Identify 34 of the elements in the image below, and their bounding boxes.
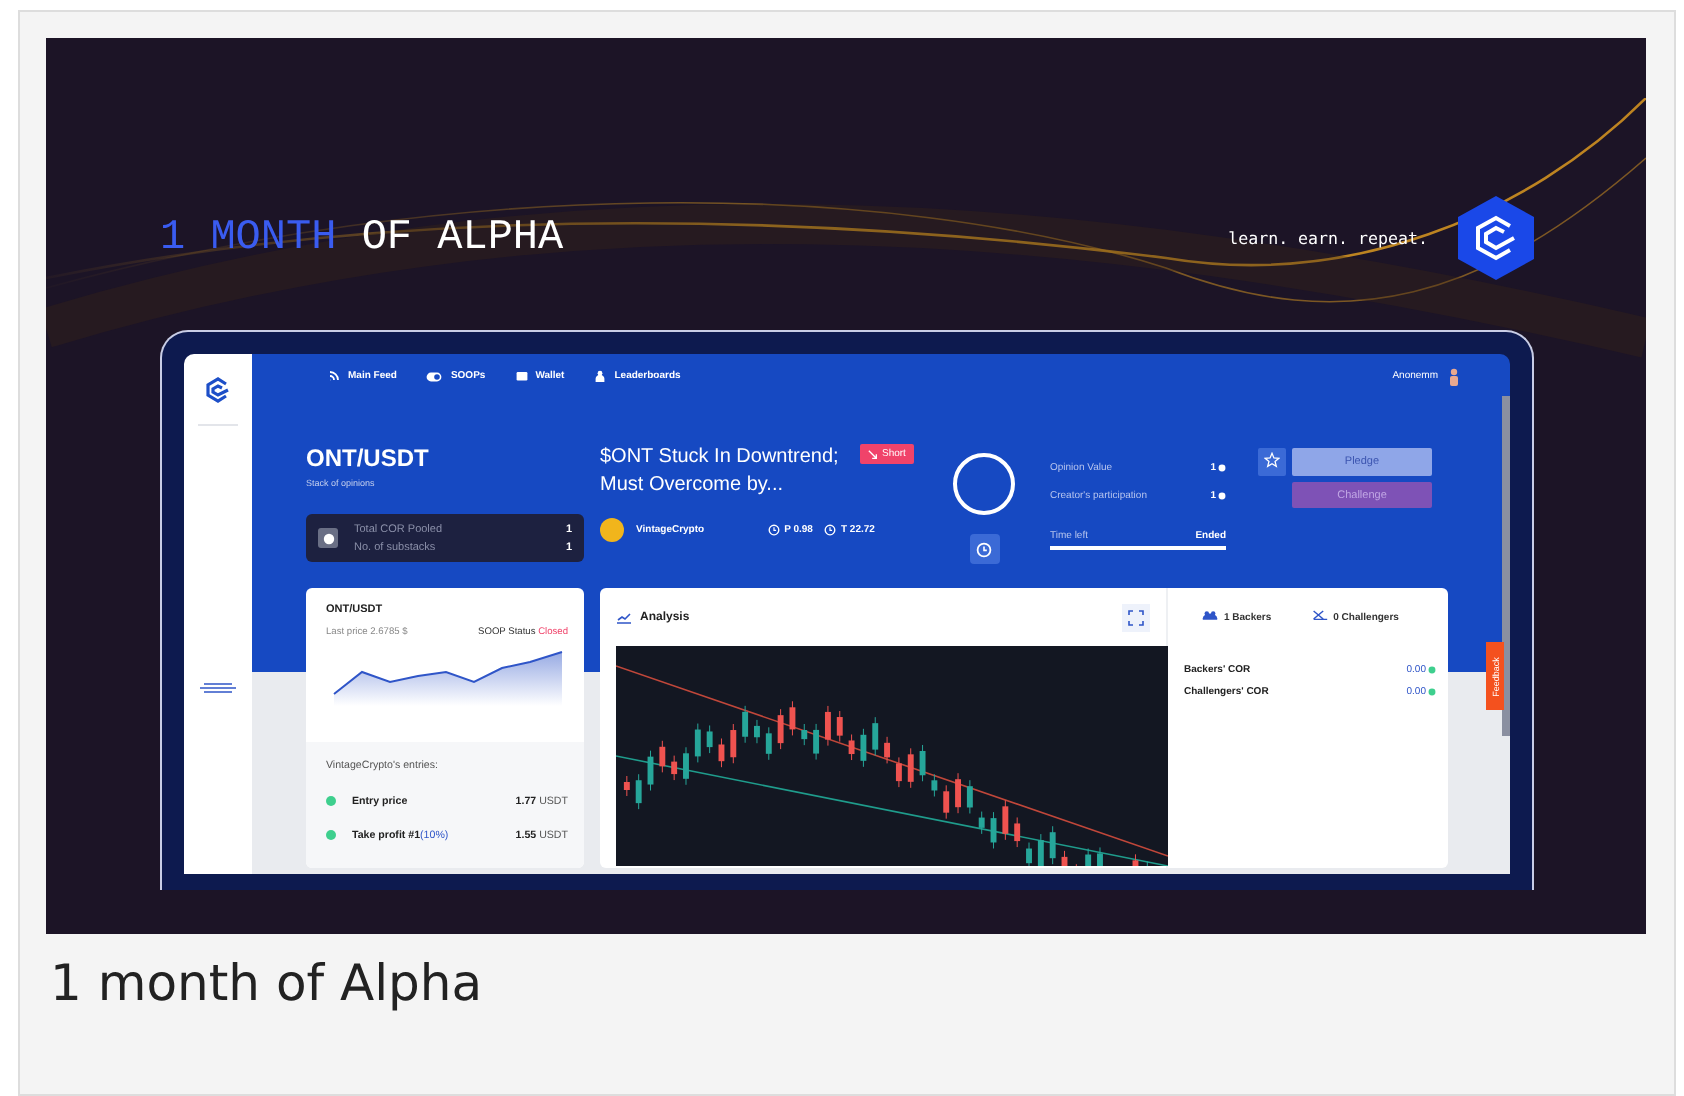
banner-tagline: learn. earn. repeat. bbox=[1228, 228, 1428, 248]
logo-icon bbox=[204, 376, 232, 404]
coin-icon bbox=[1218, 464, 1226, 472]
wallet-icon bbox=[515, 370, 528, 382]
card-caption: 1 month of Alpha bbox=[48, 952, 485, 1012]
down-arrow-icon bbox=[868, 449, 878, 459]
clock-icon bbox=[768, 524, 781, 536]
coin-icon bbox=[1428, 688, 1436, 696]
expand-icon bbox=[1128, 609, 1144, 625]
clock-icon bbox=[824, 524, 837, 536]
entry-dot-icon bbox=[326, 796, 336, 806]
banner-headline: 1 MONTH OF ALPHA bbox=[160, 215, 564, 261]
star-icon bbox=[1264, 452, 1280, 468]
avatar-icon[interactable] bbox=[1448, 367, 1460, 385]
clock-icon bbox=[976, 541, 992, 557]
person-icon bbox=[594, 370, 607, 382]
people-icon bbox=[1202, 610, 1218, 620]
expand-button[interactable] bbox=[1122, 603, 1150, 631]
coin-icon bbox=[1218, 492, 1226, 500]
author-avatar bbox=[600, 518, 624, 542]
pair-title: ONT/USDT bbox=[306, 444, 431, 472]
rss-icon bbox=[328, 370, 340, 382]
opinion-title[interactable]: $ONT Stuck In Downtrend; Must Overcome by... bbox=[600, 444, 848, 500]
progress-ring bbox=[952, 452, 1016, 516]
star-button[interactable] bbox=[1258, 448, 1286, 476]
line-chart-icon bbox=[616, 611, 632, 623]
entry-dot-icon bbox=[326, 830, 336, 840]
coin-icon bbox=[318, 528, 338, 548]
crossed-swords-icon bbox=[1311, 610, 1328, 620]
hexagon-logo-icon bbox=[1456, 194, 1536, 282]
coin-icon bbox=[1428, 666, 1436, 674]
clock-button[interactable] bbox=[969, 534, 999, 564]
toggle-icon bbox=[426, 371, 443, 381]
menu-icon[interactable] bbox=[200, 682, 236, 694]
